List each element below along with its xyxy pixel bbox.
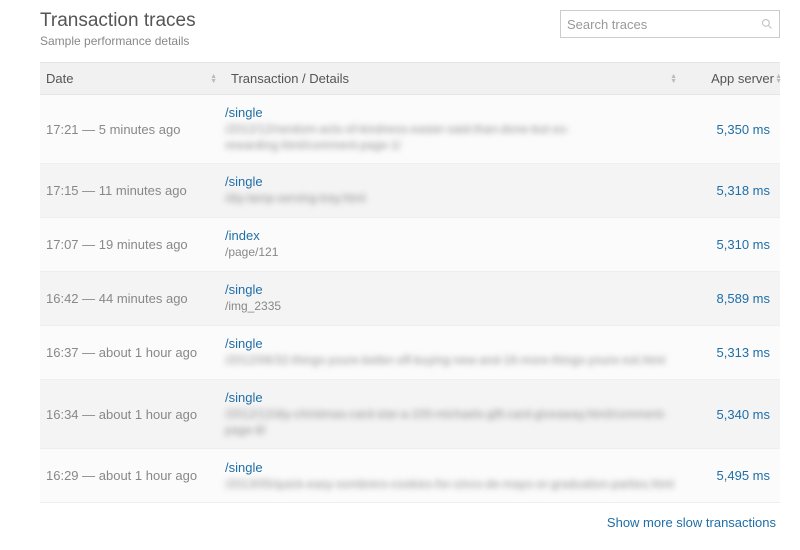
column-header-date[interactable]: Date ▲▼ bbox=[40, 63, 225, 94]
trace-row: 17:21 — 5 minutes ago/single/2012/12/ran… bbox=[40, 95, 780, 164]
app-server-link[interactable]: 5,310 ms bbox=[717, 237, 770, 252]
title-block: Transaction traces Sample performance de… bbox=[40, 10, 196, 48]
transaction-detail: /page/121 bbox=[225, 245, 675, 261]
page-subtitle: Sample performance details bbox=[40, 34, 196, 48]
trace-row: 17:07 — 19 minutes ago/index/page/121 5,3… bbox=[40, 218, 780, 272]
trace-transaction: /single/2012/12/diy-christmas-card-star-… bbox=[225, 390, 685, 438]
trace-row: 16:42 — 44 minutes ago/single/img_2335 8,… bbox=[40, 272, 780, 326]
transaction-link[interactable]: /index bbox=[225, 228, 675, 243]
page-title: Transaction traces bbox=[40, 10, 196, 32]
column-label: Transaction / Details bbox=[231, 71, 349, 86]
transaction-detail: /diy-lamp-serving-tray.html bbox=[225, 191, 675, 207]
trace-transaction: /single/2012/12/random-acts-of-kindness-… bbox=[225, 105, 685, 153]
app-server-link[interactable]: 5,495 ms bbox=[717, 468, 770, 483]
transaction-detail: /img_2335 bbox=[225, 299, 675, 315]
trace-transaction: /single/2012/06/32-things-youre-better-o… bbox=[225, 336, 685, 369]
sort-icon: ▲▼ bbox=[210, 74, 217, 84]
trace-app-server: 5,340 ms bbox=[685, 407, 780, 422]
trace-app-server: 5,310 ms bbox=[685, 237, 780, 252]
search-box[interactable] bbox=[560, 10, 780, 38]
trace-row: 16:37 — about 1 hour ago/single/2012/06/… bbox=[40, 326, 780, 380]
app-server-link[interactable]: 5,318 ms bbox=[717, 183, 770, 198]
trace-app-server: 8,589 ms bbox=[685, 291, 780, 306]
app-server-link[interactable]: 8,589 ms bbox=[717, 291, 770, 306]
trace-transaction: /single/2013/05/quick-easy-sombrero-cook… bbox=[225, 460, 685, 493]
app-server-link[interactable]: 5,313 ms bbox=[717, 345, 770, 360]
column-header-row: Date ▲▼ Transaction / Details ▲▼ App ser… bbox=[40, 62, 780, 95]
sort-icon: ▲▼ bbox=[775, 74, 782, 84]
trace-transaction: /single/img_2335 bbox=[225, 282, 685, 315]
transaction-detail: /2012/06/32-things-youre-better-off-buyi… bbox=[225, 353, 675, 369]
trace-date: 17:15 — 11 minutes ago bbox=[40, 183, 225, 198]
search-input[interactable] bbox=[567, 17, 761, 32]
column-label: App server bbox=[711, 71, 774, 86]
header-row: Transaction traces Sample performance de… bbox=[40, 10, 780, 48]
trace-date: 17:07 — 19 minutes ago bbox=[40, 237, 225, 252]
trace-app-server: 5,350 ms bbox=[685, 122, 780, 137]
trace-row: 17:15 — 11 minutes ago/single/diy-lamp-s… bbox=[40, 164, 780, 218]
transaction-link[interactable]: /single bbox=[225, 174, 675, 189]
column-header-app-server[interactable]: App server ▲▼ bbox=[685, 63, 780, 94]
app-server-link[interactable]: 5,340 ms bbox=[717, 407, 770, 422]
transaction-detail: /2013/05/quick-easy-sombrero-cookies-for… bbox=[225, 477, 675, 493]
trace-row: 16:29 — about 1 hour ago/single/2013/05/… bbox=[40, 449, 780, 503]
search-icon bbox=[761, 18, 773, 30]
trace-date: 16:29 — about 1 hour ago bbox=[40, 468, 225, 483]
trace-date: 16:42 — 44 minutes ago bbox=[40, 291, 225, 306]
trace-transaction: /index/page/121 bbox=[225, 228, 685, 261]
transaction-detail: /2012/12/random-acts-of-kindness-easier-… bbox=[225, 122, 675, 153]
sort-icon: ▲▼ bbox=[670, 74, 677, 84]
app-server-link[interactable]: 5,350 ms bbox=[717, 122, 770, 137]
transaction-link[interactable]: /single bbox=[225, 282, 675, 297]
trace-app-server: 5,313 ms bbox=[685, 345, 780, 360]
trace-date: 16:34 — about 1 hour ago bbox=[40, 407, 225, 422]
trace-row: 16:34 — about 1 hour ago/single/2012/12/… bbox=[40, 380, 780, 449]
transaction-detail: /2012/12/diy-christmas-card-star-a-100-m… bbox=[225, 407, 675, 438]
transaction-link[interactable]: /single bbox=[225, 460, 675, 475]
column-header-transaction[interactable]: Transaction / Details ▲▼ bbox=[225, 63, 685, 94]
column-label: Date bbox=[46, 71, 73, 86]
transaction-link[interactable]: /single bbox=[225, 105, 675, 120]
transaction-link[interactable]: /single bbox=[225, 390, 675, 405]
trace-date: 17:21 — 5 minutes ago bbox=[40, 122, 225, 137]
trace-transaction: /single/diy-lamp-serving-tray.html bbox=[225, 174, 685, 207]
trace-app-server: 5,495 ms bbox=[685, 468, 780, 483]
show-more-link[interactable]: Show more slow transactions bbox=[607, 515, 776, 530]
trace-app-server: 5,318 ms bbox=[685, 183, 780, 198]
trace-rows: 17:21 — 5 minutes ago/single/2012/12/ran… bbox=[40, 95, 780, 503]
trace-date: 16:37 — about 1 hour ago bbox=[40, 345, 225, 360]
transaction-link[interactable]: /single bbox=[225, 336, 675, 351]
